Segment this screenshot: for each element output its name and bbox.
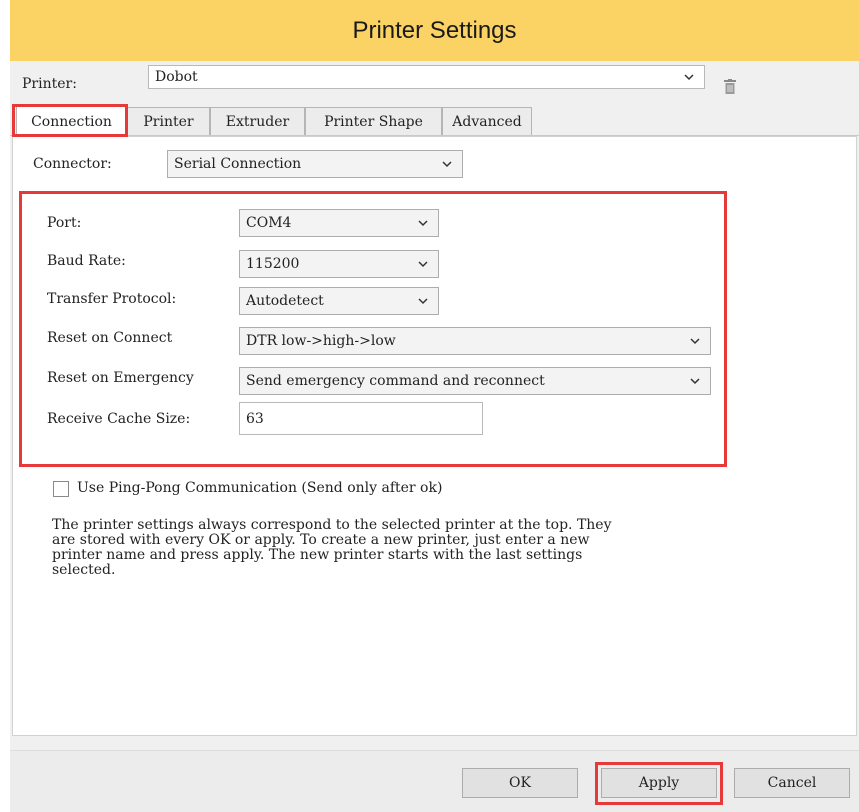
- baud-rate-label: Baud Rate:: [47, 253, 126, 269]
- port-label: Port:: [47, 215, 82, 231]
- connector-select[interactable]: Serial Connection: [167, 150, 463, 178]
- chevron-down-icon: [442, 161, 452, 168]
- baud-rate-select[interactable]: 115200: [239, 250, 439, 278]
- tab-connection[interactable]: Connection: [16, 106, 127, 136]
- reset-on-emergency-select[interactable]: Send emergency command and reconnect: [239, 367, 711, 395]
- receive-cache-size-value: 63: [246, 410, 264, 427]
- ping-pong-checkbox[interactable]: [53, 481, 69, 497]
- port-select[interactable]: COM4: [239, 209, 439, 237]
- tab-printer[interactable]: Printer: [127, 107, 210, 135]
- reset-on-connect-label: Reset on Connect: [47, 330, 173, 346]
- chevron-down-icon: [418, 261, 428, 268]
- apply-button[interactable]: Apply: [601, 768, 717, 798]
- chevron-down-icon: [690, 338, 700, 345]
- dialog-footer: OK Apply Cancel: [10, 750, 859, 812]
- reset-on-connect-select[interactable]: DTR low->high->low: [239, 327, 711, 355]
- transfer-protocol-select-value: Autodetect: [246, 293, 324, 309]
- help-text-line: selected.: [52, 562, 116, 578]
- receive-cache-size-label: Receive Cache Size:: [47, 411, 191, 427]
- tab-extruder[interactable]: Extruder: [210, 107, 305, 135]
- tab-advanced[interactable]: Advanced: [442, 107, 532, 135]
- connection-panel: Connector: Serial Connection Port: COM4 …: [12, 136, 857, 736]
- chevron-down-icon: [684, 74, 694, 81]
- help-text-line: are stored with every OK or apply. To cr…: [52, 532, 590, 548]
- tab-printer-shape[interactable]: Printer Shape: [305, 107, 442, 135]
- reset-on-emergency-label: Reset on Emergency: [47, 370, 194, 386]
- chevron-down-icon: [418, 298, 428, 305]
- printer-select[interactable]: Dobot: [148, 65, 705, 89]
- chevron-down-icon: [690, 378, 700, 385]
- reset-on-connect-select-value: DTR low->high->low: [246, 333, 396, 349]
- ok-button[interactable]: OK: [462, 768, 578, 798]
- transfer-protocol-select[interactable]: Autodetect: [239, 287, 439, 315]
- printer-select-value: Dobot: [155, 69, 198, 85]
- help-text: The printer settings always correspond t…: [52, 518, 832, 578]
- baud-rate-select-value: 115200: [246, 256, 300, 272]
- connector-select-value: Serial Connection: [174, 156, 302, 172]
- chevron-down-icon: [418, 220, 428, 227]
- connector-label: Connector:: [33, 156, 112, 172]
- port-select-value: COM4: [246, 215, 292, 231]
- window-title: Printer Settings: [352, 16, 517, 44]
- transfer-protocol-label: Transfer Protocol:: [47, 291, 177, 307]
- printer-label: Printer:: [22, 76, 77, 92]
- cancel-button[interactable]: Cancel: [734, 768, 850, 798]
- window-title-bar: Printer Settings: [10, 0, 859, 61]
- ping-pong-label[interactable]: Use Ping-Pong Communication (Send only a…: [77, 480, 442, 496]
- help-text-line: The printer settings always correspond t…: [52, 517, 612, 533]
- help-text-line: printer name and press apply. The new pr…: [52, 547, 583, 563]
- trash-icon[interactable]: [724, 79, 736, 94]
- printer-settings-window: Printer: Dobot Connection Printer Extrud…: [10, 61, 859, 812]
- reset-on-emergency-select-value: Send emergency command and reconnect: [246, 373, 545, 389]
- receive-cache-size-input[interactable]: 63: [239, 402, 483, 435]
